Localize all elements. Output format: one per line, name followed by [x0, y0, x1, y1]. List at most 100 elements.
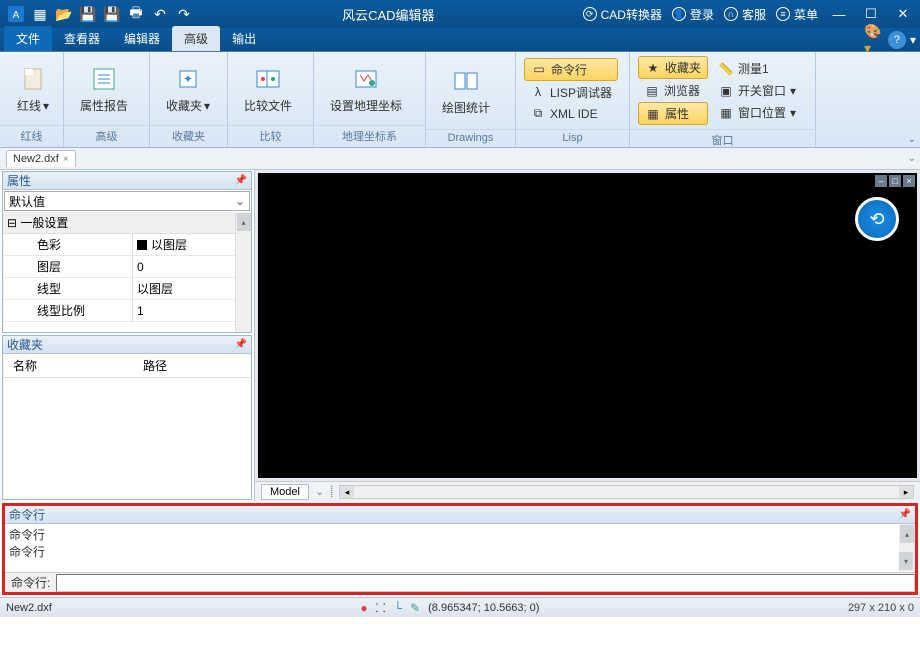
doctabs-expand-icon[interactable]: ⌄: [908, 153, 916, 164]
doc-close-icon[interactable]: ×: [63, 154, 69, 165]
cmd-panel-title: 命令行: [9, 506, 899, 523]
measure-icon: 📏: [718, 61, 734, 77]
tab-output[interactable]: 输出: [220, 26, 268, 51]
lisp-debugger-button[interactable]: λLISP调试器: [524, 82, 618, 103]
status-coords: (8.965347; 10.5663; 0): [428, 602, 539, 614]
measure1-button[interactable]: 📏测量1: [712, 58, 802, 79]
model-tab[interactable]: Model: [261, 484, 309, 500]
service-button[interactable]: ∩客服: [724, 6, 766, 23]
pin-icon[interactable]: 📌: [899, 509, 911, 520]
doc-tab[interactable]: New2.dxf ×: [6, 150, 76, 167]
canvas-max-icon[interactable]: □: [889, 175, 901, 187]
fav-panel-title: 收藏夹: [7, 336, 235, 353]
group-lisp: Lisp: [516, 129, 629, 147]
app-logo[interactable]: A: [6, 4, 26, 24]
style-dropdown-icon[interactable]: 🎨▾: [864, 30, 884, 50]
cmdline-button[interactable]: ▭命令行: [524, 58, 618, 81]
winpos-icon: ▦: [718, 105, 734, 121]
lisp-icon: λ: [530, 84, 546, 100]
xml-icon: ⧉: [530, 106, 546, 122]
window-icon: ▣: [718, 83, 734, 99]
status-snap-icon[interactable]: ✎: [410, 601, 420, 615]
undo-icon[interactable]: ↶: [150, 4, 170, 24]
status-dims: 297 x 210 x 0: [828, 602, 914, 614]
ribbon-expand-icon[interactable]: ⌄: [908, 134, 916, 145]
prop-row-scale[interactable]: 线型比例1: [3, 300, 251, 322]
help-dropdown-icon[interactable]: ▾: [910, 33, 916, 47]
fav-small-button[interactable]: ★收藏夹: [638, 56, 708, 79]
tab-editor[interactable]: 编辑器: [112, 26, 172, 51]
status-icon-1[interactable]: ●: [360, 601, 367, 615]
cad-converter-button[interactable]: ⟳CAD转换器: [583, 6, 662, 23]
compare-file-button[interactable]: 比较文件: [236, 59, 300, 118]
prop-row-color[interactable]: 色彩以图层: [3, 234, 251, 256]
help-button[interactable]: ?: [888, 31, 906, 49]
fav-small-icon: ★: [645, 60, 661, 76]
new-icon[interactable]: ▦: [30, 4, 50, 24]
geo-coord-button[interactable]: 设置地理坐标: [322, 59, 410, 118]
property-report-button[interactable]: 属性报告: [72, 59, 136, 118]
minimize-button[interactable]: —: [828, 4, 850, 24]
browser-button[interactable]: ▤浏览器: [638, 80, 708, 101]
maximize-button[interactable]: ☐: [860, 4, 882, 24]
group-geo: 地理坐标系: [314, 125, 425, 147]
pin-icon[interactable]: 📌: [235, 175, 247, 186]
redline-button[interactable]: 红线▾: [8, 59, 58, 118]
group-drawings: Drawings: [426, 129, 515, 147]
group-favorites: 收藏夹: [150, 125, 227, 147]
tab-file[interactable]: 文件: [4, 26, 52, 51]
redo-icon[interactable]: ↷: [174, 4, 194, 24]
h-scrollbar[interactable]: ◂ ▸: [339, 485, 914, 499]
divider: ⸽: [330, 484, 333, 499]
cmd-label: 命令行:: [5, 574, 56, 591]
draw-stats-button[interactable]: 绘图统计: [434, 61, 498, 120]
canvas-min-icon[interactable]: –: [875, 175, 887, 187]
cmd-scrollbar[interactable]: ▴▾: [899, 524, 915, 572]
chevron-down-icon: ▾: [790, 106, 796, 120]
login-button[interactable]: 👤登录: [672, 6, 714, 23]
compass-button[interactable]: ⟲: [855, 197, 899, 241]
status-grid-icon[interactable]: ⸬: [376, 599, 386, 616]
menu-icon: ≡: [776, 7, 790, 21]
print-icon[interactable]: 🖶: [126, 4, 146, 24]
close-button[interactable]: ✕: [892, 4, 914, 24]
pin-icon[interactable]: 📌: [235, 339, 247, 350]
status-ortho-icon[interactable]: └: [394, 601, 403, 615]
canvas-close-icon[interactable]: ×: [903, 175, 915, 187]
geo-icon: [350, 63, 382, 95]
scroll-right-icon[interactable]: ▸: [899, 486, 913, 498]
prop-row-linetype[interactable]: 线型以图层: [3, 278, 251, 300]
group-advanced: 高级: [64, 125, 149, 147]
props-section-general[interactable]: ⊟ 一般设置: [3, 212, 251, 234]
user-icon: 👤: [672, 7, 686, 21]
cmd-input[interactable]: [56, 574, 915, 592]
fav-col-name[interactable]: 名称: [3, 354, 133, 377]
report-icon: [88, 63, 120, 95]
chevron-down-icon: ▾: [790, 84, 796, 98]
xml-ide-button[interactable]: ⧉XML IDE: [524, 104, 618, 124]
model-dropdown-icon[interactable]: ⌄: [315, 485, 324, 498]
prop-row-layer[interactable]: 图层0: [3, 256, 251, 278]
open-window-button[interactable]: ▣开关窗口▾: [712, 80, 802, 101]
drawing-canvas[interactable]: – □ × ⟲: [258, 173, 917, 478]
converter-icon: ⟳: [583, 7, 597, 21]
fav-col-path[interactable]: 路径: [133, 354, 177, 377]
status-filename: New2.dxf: [6, 602, 72, 614]
favorites-button[interactable]: ✦ 收藏夹▾: [158, 59, 218, 118]
window-pos-button[interactable]: ▦窗口位置▾: [712, 102, 802, 123]
props-icon: ▦: [645, 106, 661, 122]
props-scrollbar[interactable]: ▴: [235, 212, 251, 332]
save-icon[interactable]: 💾: [78, 4, 98, 24]
tab-advanced[interactable]: 高级: [172, 26, 220, 51]
props-default-select[interactable]: 默认值: [4, 191, 250, 211]
scroll-left-icon[interactable]: ◂: [340, 486, 354, 498]
group-redline: 红线: [0, 125, 63, 147]
properties-button[interactable]: ▦属性: [638, 102, 708, 125]
tab-viewer[interactable]: 查看器: [52, 26, 112, 51]
chevron-down-icon: ▾: [43, 99, 49, 113]
open-icon[interactable]: 📂: [54, 4, 74, 24]
props-panel-title: 属性: [7, 172, 235, 189]
cmdline-icon: ▭: [531, 61, 547, 77]
menu-button[interactable]: ≡菜单: [776, 6, 818, 23]
saveas-icon[interactable]: 💾: [102, 4, 122, 24]
